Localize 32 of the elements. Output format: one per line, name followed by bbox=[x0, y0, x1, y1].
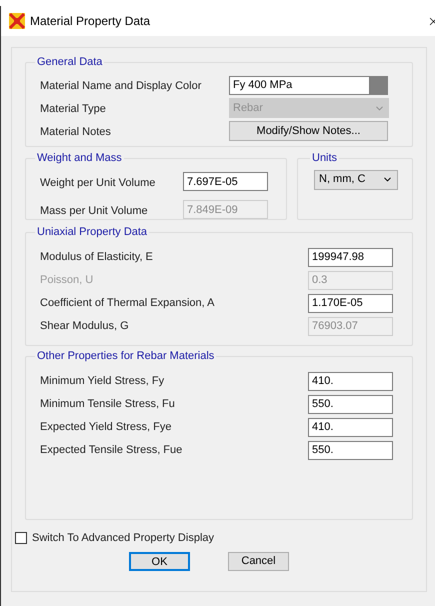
group-title: General Data bbox=[36, 55, 104, 70]
field-label: Minimum Tensile Stress, Fu bbox=[40, 396, 175, 412]
input-field[interactable]: 410. bbox=[308, 418, 393, 436]
input-field[interactable]: 410. bbox=[308, 372, 393, 390]
field-label: Mass per Unit Volume bbox=[40, 204, 148, 216]
field-label: Material Notes bbox=[40, 126, 111, 138]
field-label: Coefficient of Thermal Expansion, A bbox=[40, 296, 214, 311]
field-label: Weight per Unit Volume bbox=[40, 176, 156, 188]
field-label: Expected Tensile Stress, Fue bbox=[40, 442, 182, 458]
field-label: Modulus of Elasticity, E bbox=[40, 250, 153, 265]
field-label: Poisson, U bbox=[40, 272, 94, 288]
notes-button[interactable]: Modify/Show Notes... bbox=[229, 121, 388, 141]
input-field[interactable]: Fy 400 MPa bbox=[229, 76, 370, 94]
field-label: Material Name and Display Color bbox=[40, 80, 202, 92]
dialog-button[interactable]: OK bbox=[129, 552, 190, 570]
window-title: Material Property Data bbox=[30, 13, 150, 30]
field-label: Minimum Yield Stress, Fy bbox=[40, 374, 164, 389]
field-label: Expected Yield Stress, Fye bbox=[40, 420, 172, 435]
dialog-button[interactable]: Cancel bbox=[228, 552, 289, 570]
group-title: Other Properties for Rebar Materials bbox=[36, 349, 216, 364]
group-title: Weight and Mass bbox=[36, 151, 123, 166]
input-field[interactable]: 199947.98 bbox=[308, 248, 393, 266]
input-field[interactable]: 550. bbox=[308, 394, 393, 414]
checkbox-label: Switch To Advanced Property Display bbox=[32, 531, 214, 546]
units-dropdown[interactable]: N, mm, C bbox=[314, 170, 398, 190]
field-label: Material Type bbox=[40, 103, 106, 115]
input-field[interactable]: 7.697E-05 bbox=[183, 172, 268, 191]
input-field[interactable]: 550. bbox=[308, 440, 393, 460]
field-label: Shear Modulus, G bbox=[40, 318, 129, 334]
input-field[interactable]: 1.170E-05 bbox=[308, 294, 393, 312]
group-title: Units bbox=[311, 151, 338, 166]
group-title: Uniaxial Property Data bbox=[36, 225, 148, 240]
